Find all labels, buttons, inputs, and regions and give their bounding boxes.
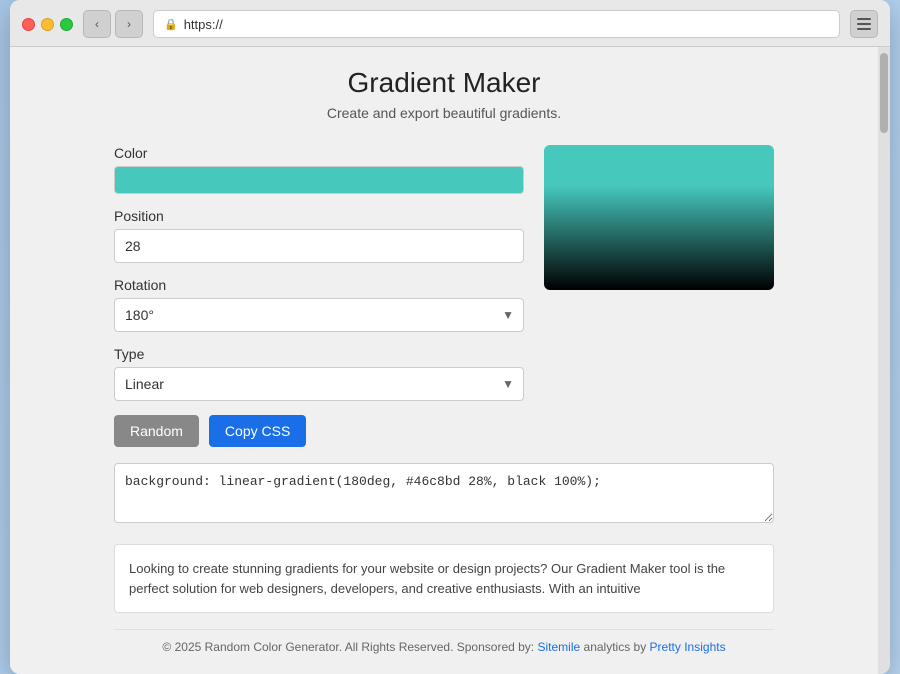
browser-chrome: ‹ › 🔒 https:// <box>10 0 890 47</box>
footer: © 2025 Random Color Generator. All Right… <box>114 629 774 654</box>
footer-text: © 2025 Random Color Generator. All Right… <box>162 640 534 654</box>
rotation-label: Rotation <box>114 277 524 293</box>
main-layout: Color Position Rotation <box>114 145 774 415</box>
traffic-lights <box>22 18 73 31</box>
button-row: Random Copy CSS <box>114 415 774 447</box>
rotation-group: Rotation 0° 45° 90° 135° 180° 225° 270° <box>114 277 524 332</box>
random-button[interactable]: Random <box>114 415 199 447</box>
css-output-textarea[interactable]: background: linear-gradient(180deg, #46c… <box>114 463 774 523</box>
browser-window: ‹ › 🔒 https:// Gradient Maker Create and… <box>10 0 890 674</box>
back-button[interactable]: ‹ <box>83 10 111 38</box>
close-button[interactable] <box>22 18 35 31</box>
type-select[interactable]: Linear Radial Conic <box>114 367 524 401</box>
type-group: Type Linear Radial Conic ▼ <box>114 346 524 401</box>
rotation-select[interactable]: 0° 45° 90° 135° 180° 225° 270° 315° <box>114 298 524 332</box>
description-box: Looking to create stunning gradients for… <box>114 544 774 613</box>
address-bar[interactable]: 🔒 https:// <box>153 10 840 38</box>
color-picker[interactable] <box>114 166 524 194</box>
page-content: Gradient Maker Create and export beautif… <box>94 67 794 654</box>
color-group: Color <box>114 145 524 194</box>
scrollbar-track <box>878 47 890 674</box>
type-label: Type <box>114 346 524 362</box>
copy-css-button[interactable]: Copy CSS <box>209 415 306 447</box>
position-input[interactable] <box>114 229 524 263</box>
forward-button[interactable]: › <box>115 10 143 38</box>
position-group: Position <box>114 208 524 263</box>
scrollbar-thumb[interactable] <box>880 53 888 133</box>
gradient-preview <box>544 145 774 290</box>
controls-panel: Color Position Rotation <box>114 145 524 415</box>
pretty-insights-link[interactable]: Pretty Insights <box>650 640 726 654</box>
page-subtitle: Create and export beautiful gradients. <box>114 105 774 121</box>
nav-buttons: ‹ › <box>83 10 143 38</box>
minimize-button[interactable] <box>41 18 54 31</box>
rotation-select-wrapper: 0° 45° 90° 135° 180° 225° 270° 315° ▼ <box>114 298 524 332</box>
url-text: https:// <box>184 17 223 32</box>
menu-button[interactable] <box>850 10 878 38</box>
type-select-wrapper: Linear Radial Conic ▼ <box>114 367 524 401</box>
hamburger-icon <box>857 18 871 30</box>
lock-icon: 🔒 <box>164 18 178 31</box>
footer-analytics: analytics by <box>584 640 650 654</box>
sitemile-link[interactable]: Sitemile <box>537 640 580 654</box>
position-label: Position <box>114 208 524 224</box>
browser-content: Gradient Maker Create and export beautif… <box>10 47 878 674</box>
color-label: Color <box>114 145 524 161</box>
page-title: Gradient Maker <box>114 67 774 99</box>
maximize-button[interactable] <box>60 18 73 31</box>
browser-body: Gradient Maker Create and export beautif… <box>10 47 890 674</box>
